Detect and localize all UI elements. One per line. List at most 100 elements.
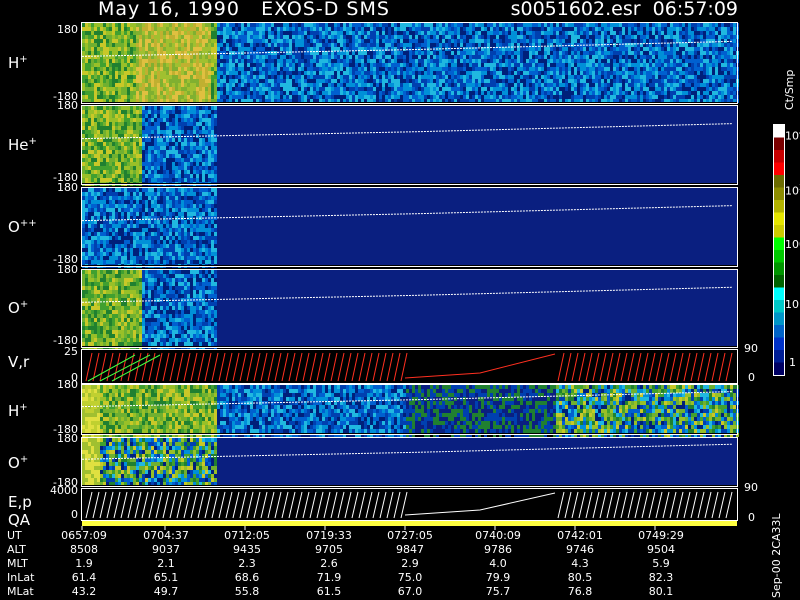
heatmap-cell	[679, 79, 682, 83]
heatmap-cell	[253, 31, 256, 35]
heatmap-cell	[100, 146, 103, 150]
heatmap-cell	[115, 178, 118, 182]
heatmap-cell	[256, 67, 259, 71]
heatmap-cell	[409, 63, 412, 67]
heatmap-cell	[199, 83, 202, 87]
heatmap-cell	[388, 71, 391, 75]
heatmap-cell	[337, 75, 340, 79]
heatmap-cell	[490, 79, 493, 83]
heatmap-cell	[109, 130, 112, 134]
heatmap-cell	[226, 39, 229, 43]
heatmap-cell	[235, 95, 238, 99]
heatmap-cell	[502, 51, 505, 55]
heatmap-cell	[679, 63, 682, 67]
heatmap-cell	[343, 43, 346, 47]
heatmap-cell	[568, 79, 571, 83]
heatmap-cell	[211, 59, 214, 63]
heatmap-cell	[733, 63, 736, 67]
heatmap-cell	[481, 79, 484, 83]
heatmap-cell	[523, 27, 526, 31]
heatmap-cell	[514, 35, 517, 39]
heatmap-cell	[523, 87, 526, 91]
heatmap-cell	[529, 79, 532, 83]
heatmap-cell	[619, 23, 622, 27]
heatmap-cell	[163, 106, 166, 110]
heatmap-cell	[616, 87, 619, 91]
heatmap-cell	[199, 63, 202, 67]
heatmap-cell	[283, 83, 286, 87]
heatmap-cell	[145, 110, 148, 114]
heatmap-cell	[157, 71, 160, 75]
heatmap-cell	[97, 95, 100, 99]
heatmap-cell	[181, 75, 184, 79]
heatmap-cell	[610, 35, 613, 39]
heatmap-cell	[82, 166, 85, 170]
heatmap-cell	[274, 95, 277, 99]
heatmap-cell	[388, 79, 391, 83]
heatmap-cell	[142, 43, 145, 47]
heatmap-cell	[292, 47, 295, 51]
heatmap-cell	[661, 87, 664, 91]
heatmap-cell	[409, 83, 412, 87]
heatmap-cell	[646, 47, 649, 51]
heatmap-cell	[187, 23, 190, 27]
heatmap-cell	[124, 146, 127, 150]
heatmap-cell	[637, 83, 640, 87]
heatmap-cell	[376, 87, 379, 91]
heatmap-cell	[301, 75, 304, 79]
heatmap-cell	[154, 59, 157, 63]
heatmap-cell	[331, 79, 334, 83]
heatmap-cell	[367, 51, 370, 55]
heatmap-cell	[259, 43, 262, 47]
heatmap-cell	[559, 27, 562, 31]
heatmap-cell	[256, 95, 259, 99]
heatmap-cell	[157, 67, 160, 71]
heatmap-cell	[202, 79, 205, 83]
heatmap-cell	[88, 154, 91, 158]
heatmap-cell	[304, 87, 307, 91]
heatmap-cell	[544, 39, 547, 43]
heatmap-cell	[532, 67, 535, 71]
heatmap-cell	[430, 51, 433, 55]
heatmap-cell	[313, 27, 316, 31]
heatmap-cell	[628, 31, 631, 35]
heatmap-cell	[415, 55, 418, 59]
heatmap-cell	[691, 35, 694, 39]
heatmap-cell	[142, 31, 145, 35]
heatmap-cell	[535, 23, 538, 27]
heatmap-cell	[313, 71, 316, 75]
heatmap-cell	[112, 27, 115, 31]
heatmap-cell	[514, 59, 517, 63]
heatmap-cell	[148, 174, 151, 178]
heatmap-cell	[145, 126, 148, 130]
heatmap-cell	[118, 67, 121, 71]
heatmap-cell	[478, 63, 481, 67]
heatmap-cell	[727, 71, 730, 75]
heatmap-cell	[154, 170, 157, 174]
heatmap-cell	[109, 59, 112, 63]
heatmap-cell	[145, 35, 148, 39]
heatmap-cell	[472, 75, 475, 79]
heatmap-cell	[115, 154, 118, 158]
heatmap-cell	[109, 142, 112, 146]
heatmap-cell	[85, 31, 88, 35]
heatmap-cell	[463, 51, 466, 55]
heatmap-cell	[244, 55, 247, 59]
heatmap-cell	[148, 154, 151, 158]
heatmap-cell	[247, 63, 250, 67]
heatmap-cell	[358, 83, 361, 87]
heatmap-cell	[631, 47, 634, 51]
heatmap-cell	[559, 63, 562, 67]
heatmap-cell	[628, 35, 631, 39]
heatmap-cell	[88, 31, 91, 35]
heatmap-cell	[298, 27, 301, 31]
heatmap-cell	[559, 31, 562, 35]
heatmap-cell	[115, 43, 118, 47]
heatmap-cell	[136, 59, 139, 63]
heatmap-cell	[670, 91, 673, 95]
heatmap-cell	[577, 39, 580, 43]
heatmap-cell	[322, 35, 325, 39]
heatmap-cell	[241, 83, 244, 87]
heatmap-cell	[349, 71, 352, 75]
heatmap-cell	[385, 91, 388, 95]
